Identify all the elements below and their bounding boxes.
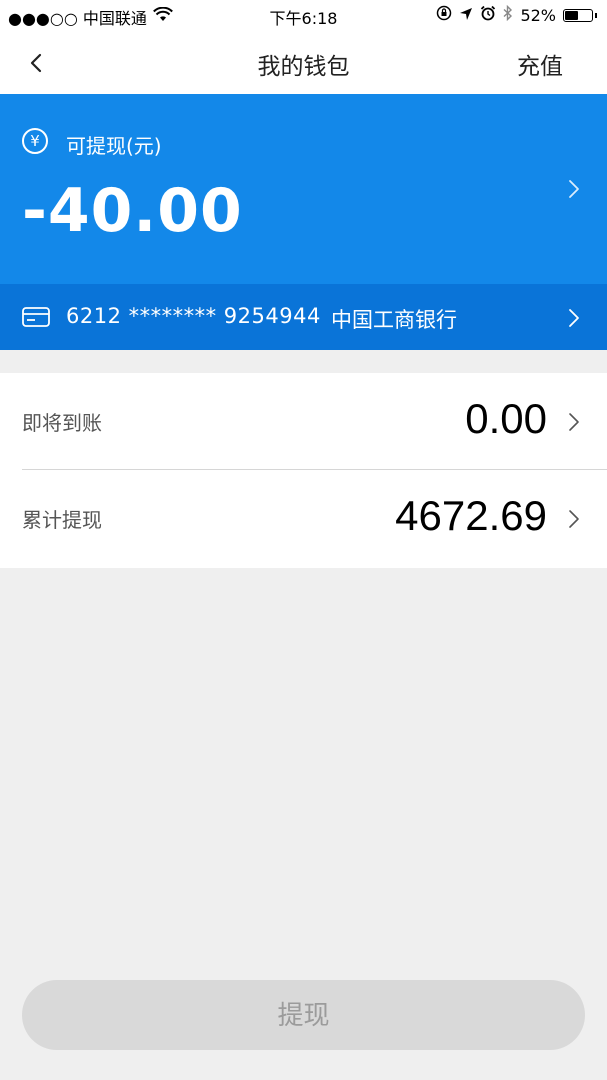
battery-fill [565, 10, 578, 20]
chevron-right-icon [569, 413, 579, 431]
alarm-icon [480, 5, 496, 25]
yuan-icon: ¥ [22, 128, 48, 154]
credit-card-icon [22, 307, 50, 327]
list-item-value: 4672.69 [395, 492, 547, 539]
nav-bar: 我的钱包 充值 [0, 32, 607, 94]
bank-card-row[interactable]: 6212 ******** 9254944 中国工商银行 [0, 284, 607, 350]
battery-tip [595, 12, 597, 18]
chevron-right-icon [569, 309, 579, 327]
balance-value: -40.00 [22, 176, 243, 246]
status-right: 52% [436, 4, 597, 25]
balance-label: 可提现(元) [66, 134, 162, 158]
list-item-label: 累计提现 [22, 508, 102, 532]
bluetooth-icon [503, 4, 513, 25]
recharge-button[interactable]: 充值 [517, 47, 563, 81]
page-title: 我的钱包 [257, 54, 350, 80]
location-icon [459, 6, 473, 25]
list-item-value: 0.00 [465, 395, 547, 442]
withdraw-button[interactable]: 提现 [22, 980, 585, 1050]
list-item-total-withdrawn[interactable]: 累计提现 4672.69 [0, 470, 607, 567]
chevron-right-icon [569, 180, 579, 198]
bank-card-number: 6212 ******** 9254944 [66, 304, 321, 328]
battery-percent: 52% [520, 5, 556, 25]
bank-name: 中国工商银行 [331, 308, 457, 332]
status-bar: ●●●○○ 中国联通 下午6:18 52% [0, 0, 607, 32]
list-item-pending[interactable]: 即将到账 0.00 [0, 373, 607, 470]
balance-card[interactable]: ¥ 可提现(元) -40.00 [0, 94, 607, 284]
list-item-label: 即将到账 [22, 411, 102, 435]
orientation-lock-icon [436, 5, 452, 25]
wallet-stats-list: 即将到账 0.00 累计提现 4672.69 [0, 373, 607, 568]
battery-icon [563, 8, 593, 22]
chevron-right-icon [569, 510, 579, 528]
